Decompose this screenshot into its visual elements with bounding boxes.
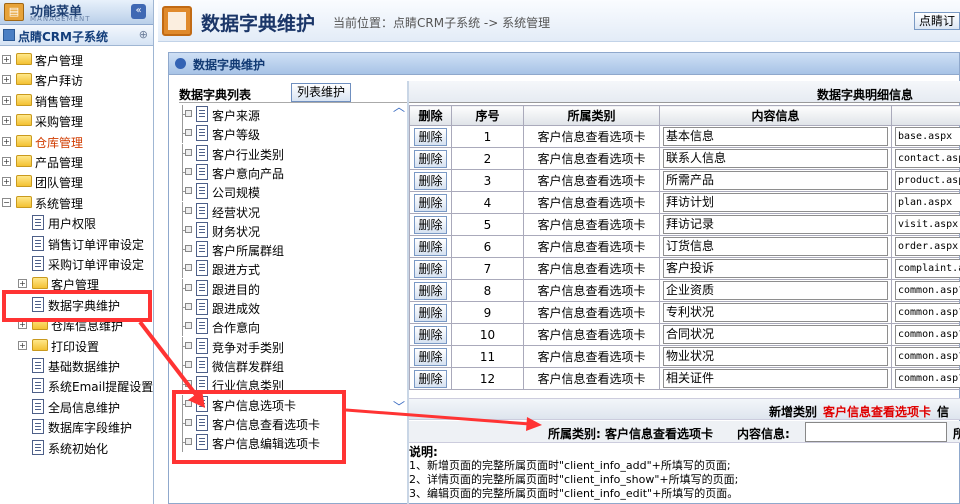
arrow-line [138, 320, 202, 402]
app-window: ▤ 功能菜单 MANAGEMENT « 点睛CRM子系统 ⊕ + 客户管理 + 客户拜… [0, 0, 960, 504]
arrowhead [526, 417, 542, 431]
annotation-arrows [138, 320, 542, 431]
arrow-line [345, 408, 531, 426]
